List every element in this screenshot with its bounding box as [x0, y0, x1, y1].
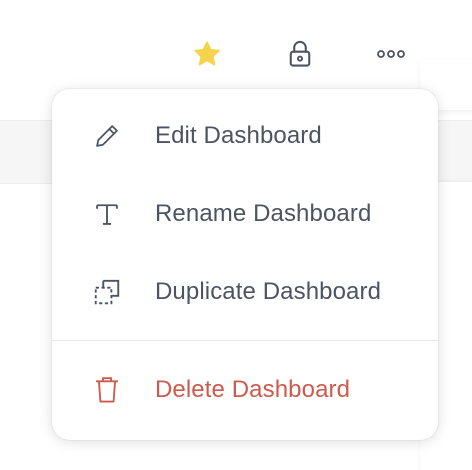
menu-item-label: Edit Dashboard	[155, 122, 322, 149]
delete-dashboard-menu-item[interactable]: Delete Dashboard	[52, 355, 438, 425]
duplicate-icon	[90, 275, 124, 309]
dashboard-actions-menu: Edit Dashboard Rename Dashboard Duplicat…	[52, 89, 438, 440]
more-horizontal-icon	[377, 50, 405, 58]
menu-divider	[52, 340, 438, 341]
dashboard-page: Edit Dashboard Rename Dashboard Duplicat…	[0, 0, 472, 470]
duplicate-dashboard-menu-item[interactable]: Duplicate Dashboard	[52, 257, 438, 327]
pencil-icon	[90, 119, 124, 153]
trash-icon	[90, 373, 124, 407]
menu-item-label: Duplicate Dashboard	[155, 278, 382, 305]
text-icon	[90, 197, 124, 231]
lock-button[interactable]	[282, 36, 318, 72]
menu-item-label: Delete Dashboard	[155, 376, 351, 403]
menu-item-label: Rename Dashboard	[155, 200, 372, 227]
edit-dashboard-menu-item[interactable]: Edit Dashboard	[52, 101, 438, 171]
favorite-button[interactable]	[189, 36, 225, 72]
star-icon	[194, 41, 220, 66]
more-options-button[interactable]	[373, 36, 409, 72]
rename-dashboard-menu-item[interactable]: Rename Dashboard	[52, 179, 438, 249]
lock-icon	[289, 40, 311, 67]
